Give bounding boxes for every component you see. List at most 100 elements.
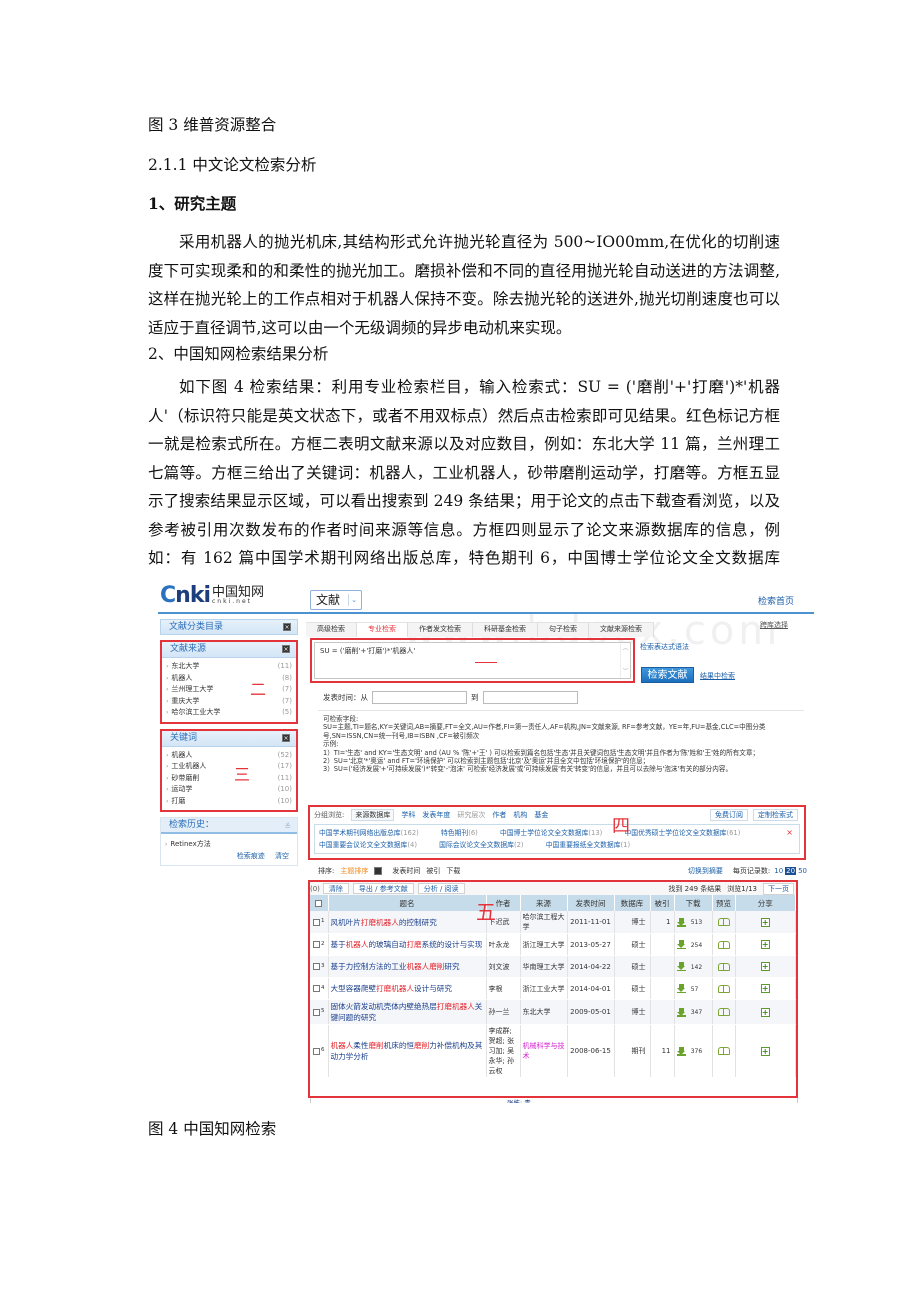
preview-book-icon[interactable] [717, 1047, 730, 1055]
database-link[interactable]: 中国重要会议论文全文数据库(4) [319, 841, 417, 849]
result-cited[interactable]: 1 [650, 911, 675, 934]
preview-book-icon[interactable] [717, 984, 730, 993]
download-icon[interactable] [676, 940, 686, 949]
preview-book-icon[interactable] [717, 1008, 730, 1016]
keyword-item[interactable]: › 砂带磨削 (11) [162, 773, 296, 785]
search-home-link[interactable]: 检索首页 [758, 594, 794, 607]
result-author[interactable]: 孙一兰 [486, 999, 521, 1025]
per-page-50[interactable]: 50 [798, 867, 807, 875]
download-icon[interactable] [676, 1007, 686, 1017]
keyword-panel-header[interactable]: 关键词 × [162, 730, 296, 747]
database-link[interactable]: 中国优秀硕士学位论文全文数据库(61) [625, 829, 741, 837]
select-all-header[interactable] [310, 895, 329, 911]
sort-by-date[interactable]: 发表时间 [392, 866, 420, 876]
collapse-icon[interactable]: × [283, 623, 291, 631]
row-checkbox[interactable] [313, 1008, 320, 1016]
result-cited[interactable] [650, 999, 675, 1025]
analyze-read-button[interactable]: 分析 / 阅读 [417, 883, 465, 894]
tab-sentence-search[interactable]: 句子检索 [538, 622, 589, 637]
per-page-10[interactable]: 10 [774, 867, 783, 875]
sort-direction-icon[interactable] [374, 867, 383, 875]
cnki-logo[interactable]: Cnki 中国知网 cnki.net [160, 582, 264, 608]
sort-by-relevance[interactable]: 主题排序 [340, 866, 368, 876]
result-author[interactable]: 刘文波 [486, 955, 521, 978]
column-title[interactable]: 题名 [328, 895, 487, 911]
result-source[interactable]: 机械科学与技术 [520, 1024, 568, 1078]
result-cited[interactable] [650, 977, 675, 1000]
result-author[interactable]: 李根 [486, 977, 521, 1000]
result-author[interactable]: 叶永龙 [486, 933, 521, 956]
double-chevron-down-icon[interactable]: ≚ [284, 820, 291, 834]
sort-by-downloads[interactable]: 下载 [446, 866, 460, 876]
column-cited[interactable]: 被引 [650, 895, 675, 911]
database-link[interactable]: 中国学术期刊网络出版总库(162) [319, 829, 419, 837]
preview-book-icon[interactable] [717, 962, 730, 971]
search-in-results-link[interactable]: 结果中检索 [700, 671, 735, 681]
source-item[interactable]: › 机器人 (8) [162, 673, 296, 685]
row-checkbox[interactable] [313, 941, 320, 948]
query-textarea[interactable]: SU = ('磨削'+'打磨')*'机器人' ︿ ﹀ [314, 642, 631, 679]
row-checkbox[interactable] [313, 918, 320, 926]
group-tab-fund[interactable]: 基金 [534, 810, 548, 820]
row-checkbox[interactable] [313, 963, 320, 970]
result-author[interactable]: 李成群; 贺超; 张习加; 吴永华; 孙云权 [486, 1024, 521, 1078]
next-page-button[interactable]: 下一页 [763, 882, 794, 895]
clear-selection-button[interactable]: 清除 [322, 883, 349, 894]
collapse-icon[interactable]: × [282, 645, 290, 653]
select-all-checkbox[interactable] [315, 900, 323, 907]
syntax-help-link[interactable]: 检索表达式语法 [640, 642, 689, 652]
download-icon[interactable] [676, 917, 686, 927]
tab-author-search[interactable]: 作者发文检索 [408, 622, 473, 637]
cross-db-select-link[interactable]: 跨库选择 [760, 620, 788, 630]
source-item[interactable]: › 重庆大学 (7) [162, 696, 296, 708]
result-source[interactable]: 浙江理工大学 [520, 933, 568, 956]
result-title-link[interactable]: 基于机器人的玻璃自动打磨系统的设计与实现 [331, 940, 483, 949]
source-item[interactable]: › 东北大学 (11) [162, 661, 296, 673]
keyword-item[interactable]: › 运动学 (10) [162, 784, 296, 796]
group-tab-year[interactable]: 发表年度 [422, 810, 450, 820]
keyword-item[interactable]: › 工业机器人 (17) [162, 761, 296, 773]
download-icon[interactable] [676, 962, 686, 971]
share-plus-icon[interactable]: + [760, 1046, 770, 1056]
result-title-link[interactable]: 大型容器爬壁打磨机器人设计与研究 [331, 984, 453, 993]
result-source[interactable]: 浙江工业大学 [520, 977, 568, 1000]
tab-advanced-search[interactable]: 高级检索 [306, 622, 357, 637]
textarea-scrollbar[interactable]: ︿ ﹀ [620, 643, 630, 678]
share-plus-icon[interactable]: + [760, 962, 770, 971]
result-cited[interactable]: 11 [650, 1024, 675, 1078]
result-title-link[interactable]: 基于力控制方法的工业机器人磨削研究 [331, 962, 460, 971]
share-plus-icon[interactable]: + [760, 1007, 770, 1017]
result-source[interactable]: 东北大学 [520, 999, 568, 1025]
share-plus-icon[interactable]: + [760, 984, 770, 993]
source-item[interactable]: › 哈尔滨工业大学 (5) [162, 707, 296, 719]
database-select[interactable]: 文献 ⌄ [310, 590, 362, 610]
preview-book-icon[interactable] [717, 940, 730, 949]
clear-history-link[interactable]: 清空 [275, 852, 289, 860]
column-source[interactable]: 来源 [520, 895, 568, 911]
group-tab-subject[interactable]: 学科 [401, 810, 415, 820]
free-subscribe-button[interactable]: 免费订阅 [710, 809, 748, 821]
result-source[interactable]: 华南理工大学 [520, 955, 568, 978]
sort-by-cited[interactable]: 被引 [426, 866, 440, 876]
share-plus-icon[interactable]: + [760, 917, 770, 927]
keyword-item[interactable]: › 机器人 (52) [162, 750, 296, 762]
collapse-icon[interactable]: × [282, 733, 290, 742]
row-checkbox[interactable] [313, 985, 320, 992]
tab-fund-search[interactable]: 科研基金检索 [473, 622, 538, 637]
close-icon[interactable]: × [786, 828, 793, 837]
result-cited[interactable] [650, 955, 675, 978]
column-downloads[interactable]: 下载 [674, 895, 713, 911]
result-title-link[interactable]: 机器人柔性磨削机床的恒磨削力补偿机构及其动力学分析 [331, 1041, 483, 1061]
search-trace-link[interactable]: 检索痕迹 [237, 852, 265, 860]
keyword-item[interactable]: › 打磨 (10) [162, 796, 296, 808]
database-link[interactable]: 中国博士学位论文全文数据库(13) [500, 829, 602, 837]
column-date[interactable]: 发表时间 [567, 895, 615, 911]
source-item[interactable]: › 兰州理工大学 (7) [162, 684, 296, 696]
result-title-link[interactable]: 固体火箭发动机壳体内壁绝热层打磨机器人关键问题的研究 [331, 1002, 483, 1022]
group-tab-institution[interactable]: 机构 [513, 810, 527, 820]
result-source[interactable]: 哈尔滨工程大学 [520, 911, 568, 934]
preview-book-icon[interactable] [717, 918, 730, 926]
export-references-button[interactable]: 导出 / 参考文献 [352, 883, 414, 894]
database-link[interactable]: 国际会议论文全文数据库(2) [439, 841, 523, 849]
download-icon[interactable] [676, 1046, 686, 1056]
